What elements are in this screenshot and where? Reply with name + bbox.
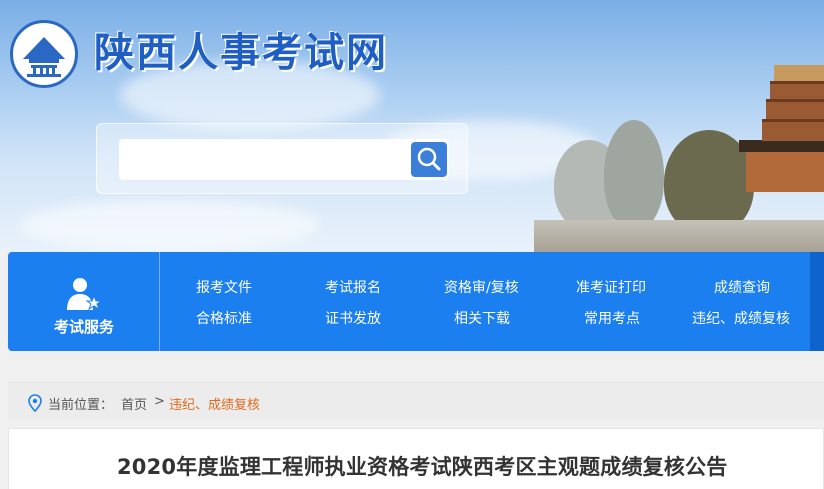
pagoda-tier — [762, 119, 824, 141]
pagoda-tier — [770, 81, 824, 99]
nav-link-score-recheck[interactable]: 违纪、成绩复核 — [692, 308, 790, 328]
map-pin-icon — [28, 394, 42, 412]
search-input[interactable] — [119, 139, 449, 180]
ground — [534, 220, 824, 252]
cloud-decoration — [20, 200, 320, 250]
hall-building — [746, 152, 824, 192]
magnifier-icon — [417, 147, 441, 171]
exam-service-section[interactable]: 考试服务 — [8, 252, 160, 351]
search-bar — [96, 123, 468, 194]
article-title: 2020年度监理工程师执业资格考试陕西考区主观题成绩复核公告 — [117, 455, 728, 479]
breadcrumb: 当前位置： 首页 > 违纪、成绩复核 — [8, 382, 824, 420]
search-button[interactable] — [411, 142, 447, 177]
nav-link-admission-ticket[interactable]: 准考证打印 — [576, 277, 646, 297]
pagoda-scene-image — [534, 60, 824, 252]
wild-goose-pagoda-logo-icon — [23, 37, 65, 77]
nav-link-registration[interactable]: 考试报名 — [325, 277, 381, 297]
pagoda-tier — [774, 65, 824, 81]
person-star-icon — [67, 278, 103, 311]
nav-link-qualification-review[interactable]: 资格审/复核 — [444, 277, 519, 297]
breadcrumb-separator: > — [154, 394, 165, 409]
exam-service-label: 考试服务 — [53, 318, 114, 336]
hall-roof — [739, 140, 824, 152]
site-logo[interactable] — [10, 20, 78, 88]
nav-link-application-docs[interactable]: 报考文件 — [196, 277, 252, 297]
breadcrumb-prefix: 当前位置： — [48, 398, 114, 413]
site-title[interactable]: 陕西人事考试网 — [94, 20, 388, 78]
tree-decoration — [604, 120, 664, 230]
main-navigation: 考试服务 报考文件 考试报名 资格审/复核 准考证打印 成绩查询 合格标准 证书… — [8, 252, 824, 351]
breadcrumb-home[interactable]: 首页 — [121, 394, 147, 413]
site-header: 陕西人事考试网 — [0, 0, 824, 252]
nav-link-score-query[interactable]: 成绩查询 — [714, 277, 770, 297]
pagoda-tier — [766, 99, 824, 119]
nav-link-downloads[interactable]: 相关下载 — [454, 308, 510, 328]
nav-link-pass-standard[interactable]: 合格标准 — [196, 308, 252, 328]
article-panel: 2020年度监理工程师执业资格考试陕西考区主观题成绩复核公告 — [8, 428, 824, 489]
nav-link-exam-sites[interactable]: 常用考点 — [584, 308, 640, 328]
nav-link-certificate[interactable]: 证书发放 — [325, 308, 381, 328]
nav-edge — [810, 252, 824, 351]
breadcrumb-current[interactable]: 违纪、成绩复核 — [169, 394, 260, 413]
